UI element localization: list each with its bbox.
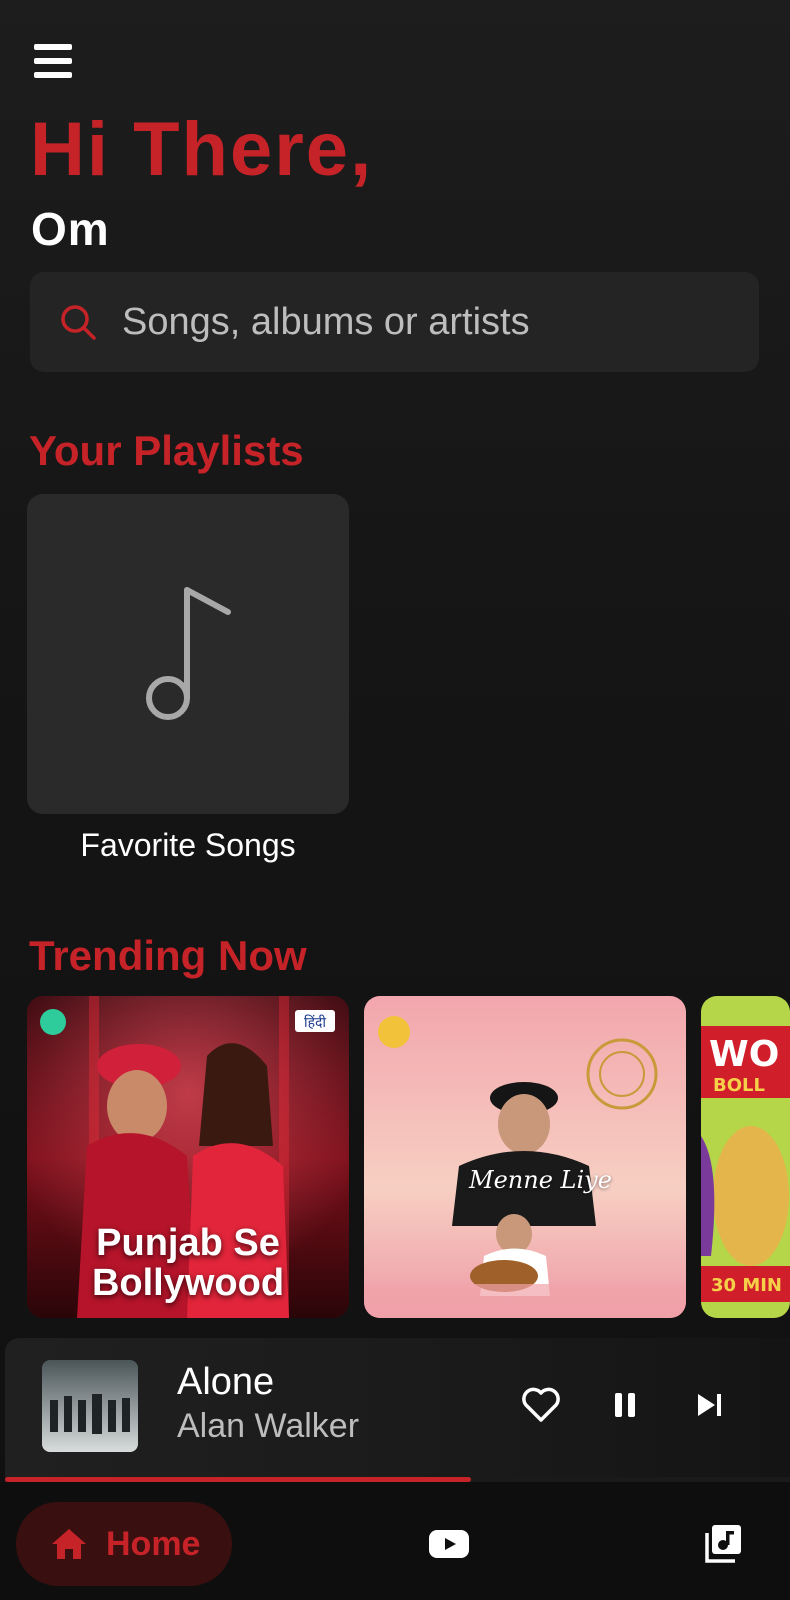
search-input[interactable] [120,299,724,345]
home-screen: Hi There, Om Your Playlists Favorite Son… [0,0,790,1600]
favorite-button[interactable] [514,1378,568,1432]
bottom-navigation: Home [0,1482,790,1600]
nav-home[interactable]: Home [16,1502,232,1586]
pause-icon [615,1393,635,1417]
now-playing-art [42,1360,138,1452]
partial-title: WO [709,1034,779,1075]
trending-card-punjab-se-bollywood[interactable]: हिंदी Punjab Se Bollywood [27,996,349,1318]
pause-button[interactable] [598,1378,652,1432]
playlists-section-title: Your Playlists [29,427,304,474]
youtube-icon [429,1530,469,1558]
mini-player[interactable]: Alone Alan Walker [5,1338,790,1482]
album-cover-art: WO BOLL 30 MIN [701,996,790,1318]
album-title-line: Punjab Se [96,1222,280,1265]
album-title: Punjab Se Bollywood [27,1222,349,1305]
trending-card-menne-liye[interactable]: Menne Liye [364,996,686,1318]
playlist-label: Favorite Songs [80,827,296,863]
now-playing-artist: Alan Walker [177,1407,360,1445]
home-icon [52,1529,86,1559]
album-cover-art [364,996,686,1318]
skip-next-button[interactable] [683,1378,737,1432]
music-note-icon [146,587,231,720]
menu-line [34,58,72,64]
now-playing-cover [42,1360,138,1452]
svg-text:हिंदी: हिंदी [304,1014,326,1031]
nav-youtube[interactable] [421,1516,477,1572]
album-title: Menne Liye [469,1166,612,1194]
menu-line [34,72,72,78]
greeting-title: Hi There, [30,107,374,192]
nav-library[interactable] [694,1516,750,1572]
trending-section-title: Trending Now [29,932,307,979]
trending-card-partial[interactable]: WO BOLL 30 MIN [701,996,790,1318]
nav-home-label: Home [106,1524,201,1563]
menu-line [34,44,72,50]
library-music-icon [705,1525,741,1563]
search-bar[interactable] [30,272,759,372]
partial-footer: 30 MIN [711,1275,782,1296]
playlist-card-favorites[interactable] [27,494,349,814]
search-icon [61,305,96,340]
partial-sub: BOLL [713,1075,765,1096]
menu-icon[interactable] [34,44,72,78]
now-playing-title: Alone [177,1361,275,1403]
skip-next-icon [698,1394,721,1416]
album-title-line: Bollywood [91,1262,285,1305]
heart-icon [522,1387,560,1422]
username: Om [31,203,110,255]
